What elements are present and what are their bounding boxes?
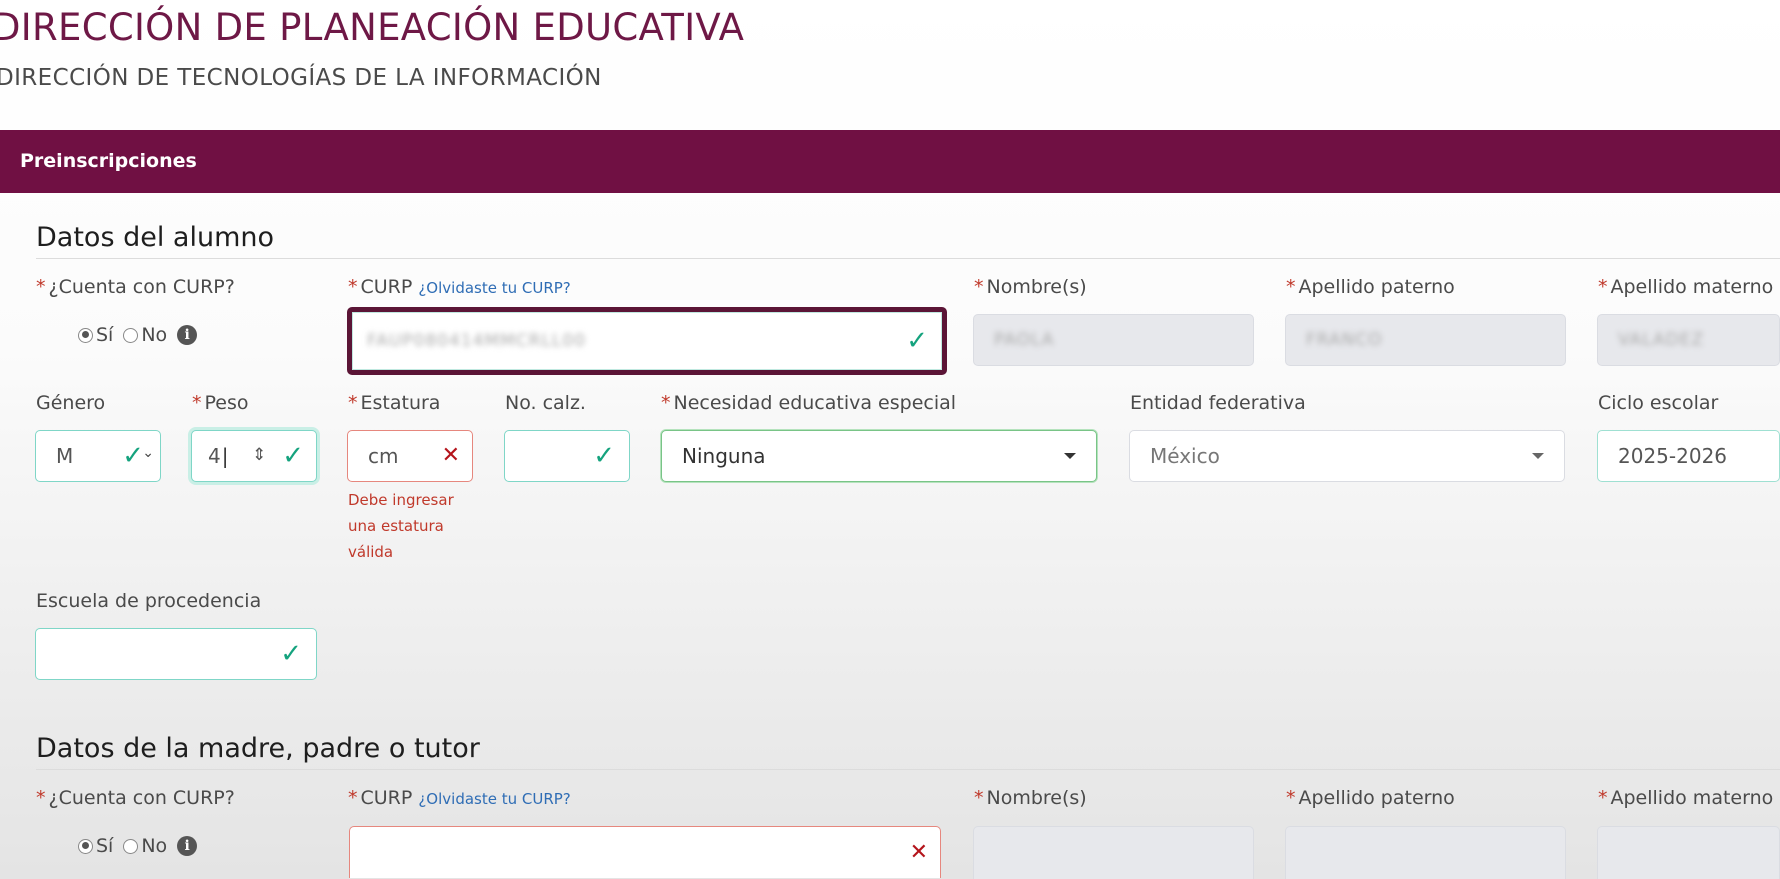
peso-input[interactable]: 4 | ⇕ ✓	[191, 430, 317, 482]
apellido-paterno-value: FRANCO	[1306, 330, 1383, 350]
tutor-apellido-materno-input[interactable]	[1597, 826, 1780, 879]
tutor-nombre-label: * Nombre(s)	[974, 787, 1087, 809]
apellido-paterno-input[interactable]: FRANCO	[1285, 314, 1566, 366]
genero-label: Género	[36, 392, 106, 414]
has-curp-label: * ¿Cuenta con CURP?	[36, 276, 235, 298]
tutor-curp-input[interactable]: ✕	[349, 826, 941, 878]
ciclo-label: Ciclo escolar	[1598, 392, 1719, 414]
tutor-curp-no-radio[interactable]	[123, 838, 139, 854]
stepper-icon[interactable]: ⇕	[252, 445, 266, 465]
tutor-curp-radio-group: Sí No i	[78, 835, 198, 857]
estatura-value: cm	[368, 444, 399, 468]
text-cursor: |	[221, 444, 229, 468]
curp-no-label: No	[141, 324, 168, 346]
necesidad-label: * Necesidad educativa especial	[661, 392, 957, 414]
ciclo-value: 2025-2026	[1618, 444, 1728, 468]
curp-value: FAUP080414MMCRLL00	[367, 331, 587, 351]
section-divider	[36, 258, 1780, 259]
tutor-apellido-paterno-label: * Apellido paterno	[1286, 787, 1455, 809]
band-title: Preinscripciones	[20, 150, 197, 172]
check-icon: ✓	[122, 441, 144, 471]
caret-down-icon	[1532, 453, 1544, 459]
tutor-curp-yes-label: Sí	[96, 835, 114, 857]
tutor-nombre-input[interactable]	[973, 826, 1254, 879]
curp-yes-radio[interactable]	[78, 327, 93, 343]
page-title: DIRECCIÓN DE PLANEACIÓN EDUCATIVA	[0, 6, 745, 49]
peso-label: * Peso	[192, 392, 249, 414]
necesidad-select[interactable]: Ninguna	[661, 430, 1097, 482]
apellido-materno-value: VALADEZ	[1618, 330, 1705, 350]
ciclo-input[interactable]: 2025-2026	[1597, 430, 1780, 482]
nombre-input[interactable]: PAOLA	[973, 314, 1254, 366]
apellido-paterno-label: * Apellido paterno	[1286, 276, 1455, 298]
section-divider	[36, 769, 1780, 770]
curp-yes-label: Sí	[96, 324, 114, 346]
tutor-apellido-paterno-input[interactable]	[1285, 826, 1566, 879]
entidad-label: Entidad federativa	[1130, 392, 1306, 414]
peso-value: 4	[208, 444, 221, 468]
tutor-curp-yes-radio[interactable]	[78, 838, 93, 854]
genero-select[interactable]: M ✓ ⌄	[35, 430, 161, 482]
tutor-has-curp-label: * ¿Cuenta con CURP?	[36, 787, 235, 809]
estatura-input[interactable]: cm ✕	[347, 430, 473, 482]
info-icon[interactable]: i	[177, 836, 198, 856]
entidad-value: México	[1150, 444, 1220, 468]
escuela-input[interactable]: ✓	[35, 628, 317, 680]
escuela-label: Escuela de procedencia	[36, 590, 262, 612]
check-icon: ✓	[593, 441, 615, 471]
tutor-curp-label: * CURP ¿Olvidaste tu CURP?	[348, 787, 571, 809]
check-icon: ✓	[280, 639, 302, 669]
apellido-materno-input[interactable]: VALADEZ	[1597, 314, 1780, 366]
necesidad-value: Ninguna	[682, 444, 766, 468]
curp-radio-group: Sí No i	[78, 324, 198, 346]
calzado-label: No. calz.	[505, 392, 586, 414]
tutor-apellido-materno-label: * Apellido materno	[1598, 787, 1774, 809]
page-subtitle: DIRECCIÓN DE TECNOLOGÍAS DE LA INFORMACI…	[0, 65, 602, 91]
tutor-section-title: Datos de la madre, padre o tutor	[36, 733, 480, 764]
calzado-input[interactable]: ✓	[504, 430, 630, 482]
tutor-curp-no-label: No	[141, 835, 168, 857]
section-band: Preinscripciones	[0, 130, 1780, 193]
check-icon: ✓	[906, 326, 928, 356]
x-icon: ✕	[909, 840, 928, 865]
curp-label: * CURP ¿Olvidaste tu CURP?	[348, 276, 571, 298]
nombre-value: PAOLA	[994, 330, 1055, 350]
curp-no-radio[interactable]	[123, 327, 139, 343]
check-icon: ✓	[282, 441, 304, 471]
genero-value: M	[56, 444, 74, 468]
student-section-title: Datos del alumno	[36, 222, 275, 253]
nombre-label: * Nombre(s)	[974, 276, 1087, 298]
curp-input[interactable]: FAUP080414MMCRLL00 ✓	[347, 307, 947, 375]
estatura-error: Debe ingresar una estatura válida	[348, 491, 454, 561]
curp-input-inner: FAUP080414MMCRLL00	[352, 312, 942, 370]
forgot-curp-link[interactable]: ¿Olvidaste tu CURP?	[418, 279, 570, 297]
estatura-label: * Estatura	[348, 392, 441, 414]
chevron-down-icon: ⌄	[142, 445, 154, 461]
tutor-forgot-curp-link[interactable]: ¿Olvidaste tu CURP?	[418, 790, 570, 808]
caret-down-icon	[1064, 453, 1076, 459]
x-icon: ✕	[441, 443, 460, 468]
info-icon[interactable]: i	[177, 325, 198, 345]
entidad-select[interactable]: México	[1129, 430, 1565, 482]
apellido-materno-label: * Apellido materno	[1598, 276, 1774, 298]
